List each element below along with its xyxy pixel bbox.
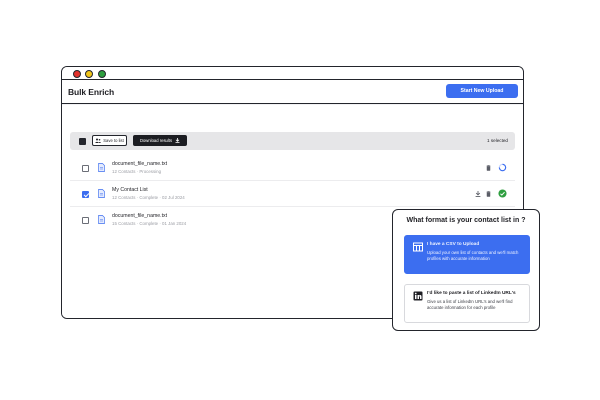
linkedin-option-description: Give us a list of LinkedIn URL's and we'… — [427, 299, 513, 310]
file-name: document_file_name.txt — [112, 161, 168, 167]
file-meta: 15 Contacts · Complete · 01 Jan 2024 — [112, 221, 187, 226]
csv-upload-option[interactable]: I have a CSV to Upload Upload your own l… — [404, 235, 530, 274]
linkedin-icon — [413, 291, 423, 301]
table-icon — [413, 242, 423, 252]
row-checkbox[interactable] — [82, 165, 89, 172]
file-row[interactable]: document_file_name.txt 12 Contacts · Pro… — [70, 155, 515, 181]
linkedin-option-title: I'd like to paste a list of LinkedIn URL… — [427, 291, 516, 296]
row-checkbox[interactable] — [82, 191, 89, 198]
document-icon — [98, 215, 105, 224]
bulk-actions-toolbar: Save to list Download results 1 selected — [70, 132, 515, 150]
linkedin-urls-option[interactable]: I'd like to paste a list of LinkedIn URL… — [404, 284, 530, 323]
close-window-button[interactable] — [73, 70, 81, 78]
users-icon — [95, 138, 102, 143]
download-results-button[interactable]: Download results — [133, 135, 187, 146]
select-all-checkbox[interactable] — [79, 137, 86, 145]
minimize-window-button[interactable] — [85, 70, 93, 78]
delete-icon[interactable] — [486, 191, 491, 197]
csv-option-description: Upload your own list of contacts and we'… — [427, 250, 519, 261]
popup-title: What format is your contact list in ? — [406, 217, 526, 224]
save-to-list-button[interactable]: Save to list — [92, 135, 127, 146]
page-title: Bulk Enrich — [68, 87, 115, 97]
download-icon[interactable] — [475, 191, 481, 197]
document-icon — [98, 189, 105, 198]
file-name: document_file_name.txt — [112, 213, 168, 219]
processing-spinner-icon — [498, 163, 507, 172]
row-checkbox[interactable] — [82, 217, 89, 224]
document-icon — [98, 163, 105, 172]
file-name: My Contact List — [112, 187, 148, 193]
file-row[interactable]: My Contact List 12 Contacts · Complete ·… — [70, 181, 515, 207]
save-to-list-label: Save to list — [103, 138, 124, 143]
app-header: Bulk Enrich Start New Upload — [62, 80, 523, 104]
window-titlebar — [62, 67, 523, 80]
download-icon — [175, 138, 180, 143]
complete-check-icon — [498, 189, 507, 198]
selection-count: 1 selected — [487, 138, 508, 143]
delete-icon[interactable] — [486, 165, 491, 171]
download-results-label: Download results — [139, 138, 173, 143]
maximize-window-button[interactable] — [98, 70, 106, 78]
file-meta: 12 Contacts · Complete · 02 Jul 2024 — [112, 195, 185, 200]
file-meta: 12 Contacts · Processing — [112, 169, 162, 174]
format-selection-popup: What format is your contact list in ? I … — [392, 209, 540, 331]
start-new-upload-button[interactable]: Start New Upload — [446, 84, 518, 98]
csv-option-title: I have a CSV to Upload — [427, 242, 480, 247]
